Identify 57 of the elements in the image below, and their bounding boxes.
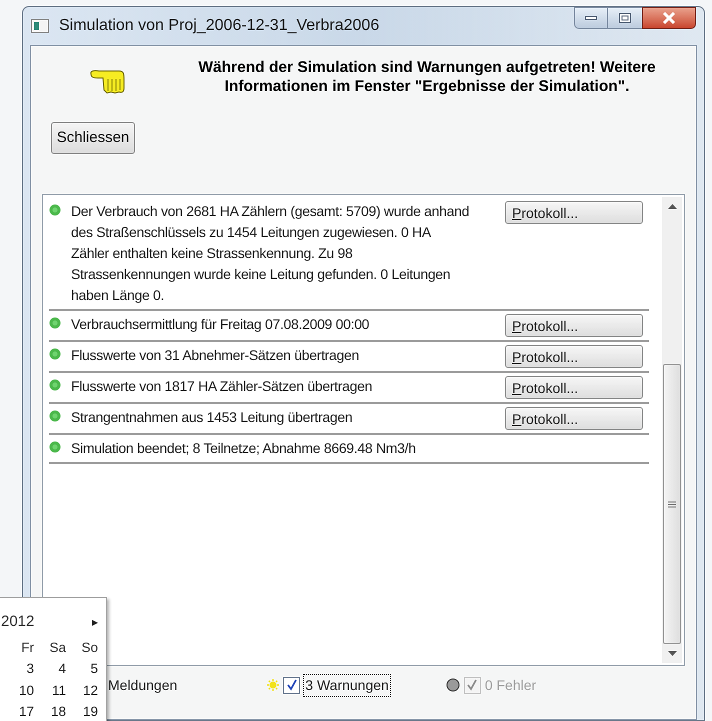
close-icon — [662, 12, 676, 24]
sun-icon — [267, 679, 280, 691]
protocol-button[interactable]: Protokoll... — [505, 407, 643, 430]
window-title: Simulation von Proj_2006-12-31_Verbra2006 — [59, 16, 380, 36]
grip-icon — [668, 500, 676, 508]
message-text: Flusswerte von 31 Abnehmer-Sätzen übertragen — [71, 346, 360, 365]
message-text: Der Verbrauch von 2681 HA Zählern (gesamt: 5709) wurde anhand des Straßenschlüssels zu 1454 Leitungen zugewiesen. 0 HA Zähler enthalten keine Strassenkennung. Zu 98 Strassenkennungen wurde keine Leitung gefunden. 0 Leitungen haben Länge 0. — [71, 202, 470, 305]
minimize-icon — [585, 16, 597, 20]
calendar-day[interactable]: 17 — [5, 702, 37, 721]
next-month-button[interactable]: ▸ — [92, 613, 98, 631]
maximize-icon — [619, 13, 631, 23]
calendar-day[interactable]: 11 — [37, 680, 69, 701]
info-dot-icon — [49, 348, 61, 360]
weekday-label: Sa — [48, 639, 67, 657]
calendar-day[interactable]: 4 — [37, 659, 69, 680]
circle-icon — [446, 678, 460, 692]
calendar-day[interactable]: 10 — [5, 680, 37, 701]
message-text: Flusswerte von 1817 HA Zähler-Sätzen übertragen — [71, 377, 374, 396]
message-row[interactable]: Flusswerte von 31 Abnehmer-Sätzen übertragen Protokoll... — [49, 342, 649, 373]
scroll-up-icon — [668, 204, 676, 209]
info-dot-icon — [49, 204, 61, 216]
maximize-button[interactable] — [608, 7, 642, 29]
filter-label[interactable]: Meldungen — [108, 674, 178, 696]
message-row[interactable]: Simulation beendet; 8 Teilnetze; Abnahme 8669.48 Nm3/h — [49, 435, 649, 464]
weekday-label: Fr — [20, 639, 35, 657]
checkbox[interactable] — [283, 676, 300, 694]
calendar-day[interactable]: 3 — [5, 659, 37, 680]
app-icon — [31, 19, 49, 33]
protocol-button[interactable]: Protokoll... — [505, 345, 643, 368]
scrollbar-thumb[interactable] — [663, 364, 681, 644]
protocol-button[interactable]: Protokoll... — [505, 376, 643, 399]
calendar-day[interactable]: 19 — [69, 702, 101, 721]
filter-label[interactable]: 3 Warnungen — [304, 674, 390, 696]
calendar-day[interactable]: 5 — [69, 659, 101, 680]
calendar-year: 2012 — [1, 612, 34, 632]
close-button[interactable] — [642, 7, 696, 29]
info-dot-icon — [49, 441, 61, 453]
close-dialog-button[interactable]: Schliessen — [50, 122, 136, 154]
info-dot-icon — [49, 379, 61, 391]
protocol-button[interactable]: Protokoll... — [505, 201, 643, 224]
info-dot-icon — [49, 317, 61, 329]
message-row[interactable]: Flusswerte von 1817 HA Zähler-Sätzen übertragen Protokoll... — [49, 373, 649, 404]
scroll-down-icon — [668, 651, 676, 656]
message-text: Strangentnahmen aus 1453 Leitung übertragen — [71, 408, 354, 427]
weekday-label: So — [80, 639, 99, 657]
minimize-button[interactable] — [574, 7, 608, 29]
message-text: Verbrauchsermittlung für Freitag 07.08.2009 00:00 — [71, 315, 370, 334]
pointing-hand-icon — [89, 68, 125, 94]
message-text: Simulation beendet; 8 Teilnetze; Abnahme 8669.48 Nm3/h — [71, 439, 417, 458]
message-row[interactable]: Strangentnahmen aus 1453 Leitung übertragen Protokoll... — [49, 404, 649, 435]
protocol-button[interactable]: Protokoll... — [505, 314, 643, 337]
info-dot-icon — [49, 410, 61, 422]
message-row[interactable] — [49, 198, 649, 311]
calendar-day[interactable]: 18 — [37, 702, 69, 721]
calendar-day[interactable]: 12 — [69, 680, 101, 701]
warning-message: Während der Simulation sind Warnungen aufgetreten! Weitere Informationen im Fenster "Ergebnisse der Simulation". — [197, 58, 657, 97]
message-row[interactable]: Verbrauchsermittlung für Freitag 07.08.2009 00:00 Protokoll... — [49, 311, 649, 342]
